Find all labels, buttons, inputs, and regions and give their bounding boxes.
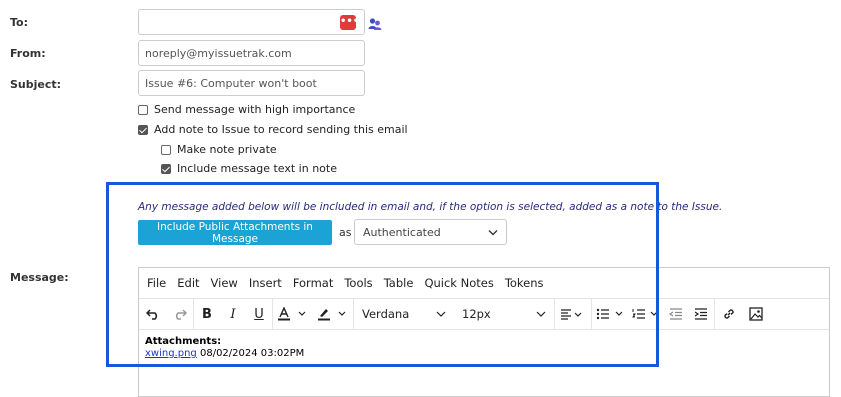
visibility-select[interactable]: Authenticated (354, 219, 507, 245)
subject-input[interactable] (139, 71, 364, 95)
chevron-down-icon (436, 311, 446, 317)
attachments-heading: Attachments: (145, 336, 222, 347)
from-input[interactable] (139, 41, 364, 65)
chevron-down-icon (536, 311, 546, 317)
option-label: Send message with high importance (154, 103, 356, 116)
include-text-checkbox[interactable] (161, 163, 171, 174)
address-book-icon[interactable] (368, 16, 382, 35)
to-field[interactable]: ••• (138, 9, 365, 35)
note-private-checkbox[interactable] (161, 144, 171, 155)
outdent-icon[interactable] (664, 299, 688, 329)
subject-field[interactable] (138, 70, 365, 96)
message-note: Any message added below will be included… (138, 201, 723, 213)
numbered-list-icon[interactable] (630, 299, 664, 329)
font-family-select[interactable]: Verdana (354, 299, 454, 329)
option-include-text[interactable]: Include message text in note (161, 162, 337, 175)
high-importance-checkbox[interactable] (138, 104, 148, 115)
option-label: Make note private (177, 143, 277, 156)
menu-tools[interactable]: Tools (344, 276, 372, 290)
from-field[interactable] (138, 40, 365, 66)
undo-icon[interactable] (139, 299, 167, 329)
menu-file[interactable]: File (147, 276, 166, 290)
link-icon[interactable] (715, 299, 743, 329)
message-editor[interactable]: File Edit View Insert Format Tools Table… (138, 267, 830, 397)
password-manager-icon[interactable]: ••• (340, 15, 359, 30)
underline-icon[interactable]: U (246, 299, 272, 329)
option-note-private[interactable]: Make note private (161, 143, 277, 156)
include-attachments-button[interactable]: Include Public Attachments in Message (138, 220, 332, 245)
menu-insert[interactable]: Insert (249, 276, 282, 290)
font-family-value: Verdana (362, 307, 410, 321)
menu-view[interactable]: View (211, 276, 238, 290)
menu-edit[interactable]: Edit (177, 276, 199, 290)
bullet-list-icon[interactable] (592, 299, 630, 329)
image-icon[interactable] (743, 299, 769, 329)
attachment-link[interactable]: xwing.png (145, 348, 197, 359)
menu-table[interactable]: Table (384, 276, 414, 290)
menu-tokens[interactable]: Tokens (505, 276, 544, 290)
editor-menubar: File Edit View Insert Format Tools Table… (139, 268, 829, 298)
italic-icon[interactable]: I (220, 299, 246, 329)
align-icon[interactable] (555, 299, 591, 329)
redo-icon[interactable] (167, 299, 193, 329)
as-label: as (339, 226, 352, 239)
menu-format[interactable]: Format (293, 276, 334, 290)
font-size-value: 12px (462, 307, 491, 321)
font-size-select[interactable]: 12px (454, 299, 554, 329)
text-color-icon[interactable] (273, 299, 315, 329)
indent-icon[interactable] (688, 299, 714, 329)
option-add-note[interactable]: Add note to Issue to record sending this… (138, 123, 408, 136)
option-label: Include message text in note (177, 162, 337, 175)
bold-icon[interactable]: B (194, 299, 220, 329)
subject-label: Subject: (10, 78, 62, 91)
attachment-line: xwing.png 08/02/2024 03:02PM (145, 348, 823, 360)
menu-quick-notes[interactable]: Quick Notes (424, 276, 493, 290)
editor-content[interactable]: Attachments: xwing.png 08/02/2024 03:02P… (139, 330, 829, 366)
to-label: To: (10, 16, 28, 29)
visibility-select-value: Authenticated (363, 225, 441, 239)
option-label: Add note to Issue to record sending this… (154, 123, 408, 136)
option-high-importance[interactable]: Send message with high importance (138, 103, 355, 116)
editor-toolbar: B I U Verdana 12px (139, 298, 829, 330)
message-label: Message: (10, 271, 69, 284)
chevron-down-icon (488, 229, 498, 235)
highlight-color-icon[interactable] (315, 299, 353, 329)
attachment-date: 08/02/2024 03:02PM (199, 348, 305, 359)
to-input[interactable] (139, 10, 364, 34)
from-label: From: (10, 47, 46, 60)
add-note-checkbox[interactable] (138, 124, 148, 135)
